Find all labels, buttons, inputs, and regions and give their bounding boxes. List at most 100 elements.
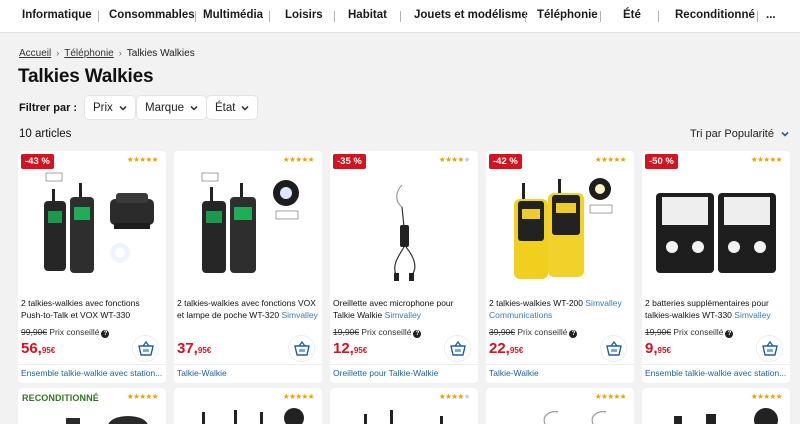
product-card[interactable]: -42 % ★★★★★ 2 talkies-walkies WT-200 Sim…	[486, 151, 634, 383]
product-card[interactable]: ★★★★★	[642, 388, 790, 424]
product-title[interactable]: 2 batteries supplémentaires pour talkies…	[645, 297, 788, 321]
nav-item-jouets[interactable]: Jouets et modélisme	[414, 9, 528, 21]
sort-dropdown[interactable]: Tri par Popularité	[690, 128, 790, 140]
product-card[interactable]: RECONDITIONNÉ ★★★★★	[18, 388, 166, 424]
product-image[interactable]	[492, 171, 628, 289]
product-image[interactable]	[24, 171, 160, 289]
breadcrumb-home[interactable]: Accueil	[19, 48, 51, 59]
info-icon[interactable]: ?	[101, 330, 110, 338]
basket-icon	[293, 341, 310, 356]
product-card[interactable]: -35 % ★★★★★ Oreillette avec microphone p…	[330, 151, 478, 383]
add-to-cart-button[interactable]	[288, 335, 315, 362]
filter-prix-button[interactable]: Prix	[84, 95, 136, 120]
product-image[interactable]	[506, 406, 616, 424]
filter-label: Filtrer par :	[19, 102, 78, 114]
rating-stars: ★★★★★	[750, 155, 783, 164]
nav-separator	[98, 11, 99, 22]
card-divider	[330, 364, 478, 365]
product-card[interactable]: -50 % ★★★★★ 2 batteries supplémentaires …	[642, 151, 790, 383]
breadcrumb-telephonie[interactable]: Téléphonie	[64, 48, 113, 59]
category-link[interactable]: Talkie-Walkie	[489, 368, 631, 378]
card-divider	[486, 364, 634, 365]
card-divider	[18, 364, 166, 365]
add-to-cart-button[interactable]	[132, 335, 159, 362]
nav-separator	[757, 11, 758, 22]
product-image[interactable]	[194, 406, 304, 424]
rating-stars: ★★★★★	[282, 155, 315, 164]
price: 56,95€	[21, 340, 56, 357]
nav-item-reconditionne[interactable]: Reconditionné	[675, 9, 755, 21]
product-card[interactable]: ★★★★★	[330, 388, 478, 424]
product-brand: Simvalley	[281, 310, 318, 320]
filter-marque-button[interactable]: Marque	[136, 95, 207, 120]
category-link[interactable]: Ensemble talkie-walkie avec station...	[645, 368, 787, 378]
nav-item-loisirs[interactable]: Loisirs	[285, 9, 323, 21]
add-to-cart-button[interactable]	[600, 335, 627, 362]
filter-marque-label: Marque	[145, 101, 184, 114]
product-image[interactable]	[662, 406, 782, 424]
rating-stars: ★★★★★	[594, 155, 627, 164]
product-title[interactable]: Oreillette avec microphone pour Talkie W…	[333, 297, 476, 321]
product-title[interactable]: 2 talkies-walkies WT-200 Simvalley Commu…	[489, 297, 632, 321]
filter-etat-label: État	[215, 101, 236, 114]
price: 37,95€	[177, 340, 212, 357]
nav-item-more[interactable]: ...	[766, 9, 776, 21]
nav-separator	[334, 11, 335, 22]
product-image[interactable]	[180, 171, 316, 289]
chevron-down-icon	[241, 105, 249, 110]
breadcrumb-current: Talkies Walkies	[126, 48, 195, 59]
rating-stars: ★★★★★	[282, 392, 315, 401]
category-link[interactable]: Ensemble talkie-walkie avec station...	[21, 368, 163, 378]
product-title[interactable]: 2 talkies-walkies avec fonctions Push-to…	[21, 297, 164, 321]
basket-icon	[605, 341, 622, 356]
basket-icon	[761, 341, 778, 356]
nav-separator	[400, 11, 401, 22]
nav-item-ete[interactable]: Été	[623, 9, 641, 21]
nav-item-telephonie[interactable]: Téléphonie	[537, 9, 598, 21]
old-price: 19,90€ Prix conseillé?	[645, 327, 734, 338]
product-title[interactable]: 2 talkies-walkies avec fonctions VOX et …	[177, 297, 320, 321]
add-to-cart-button[interactable]	[444, 335, 471, 362]
product-image[interactable]	[336, 171, 472, 289]
filter-prix-label: Prix	[93, 101, 113, 114]
nav-item-informatique[interactable]: Informatique	[22, 9, 92, 21]
category-link[interactable]: Talkie-Walkie	[177, 368, 319, 378]
old-price: 39,90€ Prix conseillé?	[489, 327, 578, 338]
top-navigation: Informatique Consommables Multimédia Loi…	[0, 0, 800, 33]
discount-badge: -43 %	[21, 154, 54, 169]
product-card[interactable]: -43 % ★★★★★ 2 talkies-walkies avec fonct…	[18, 151, 166, 383]
result-count: 10 articles	[19, 128, 72, 140]
nav-item-habitat[interactable]: Habitat	[348, 9, 387, 21]
info-icon[interactable]: ?	[725, 330, 734, 338]
filter-etat-button[interactable]: État	[206, 95, 259, 120]
chevron-down-icon	[781, 131, 789, 137]
rating-stars: ★★★★★	[438, 155, 471, 164]
discount-badge: -35 %	[333, 154, 366, 169]
old-price: 99,90€ Prix conseillé?	[21, 327, 110, 338]
page-title: Talkies Walkies	[18, 66, 154, 87]
reconditioned-badge: RECONDITIONNÉ	[22, 393, 99, 403]
rating-stars: ★★★★★	[750, 392, 783, 401]
card-divider	[642, 364, 790, 365]
add-to-cart-button[interactable]	[756, 335, 783, 362]
nav-item-consommables[interactable]: Consommables	[109, 9, 195, 21]
info-icon[interactable]: ?	[413, 330, 422, 338]
product-brand: Simvalley	[384, 310, 422, 320]
info-icon[interactable]: ?	[569, 330, 578, 338]
nav-separator	[195, 11, 196, 22]
product-image[interactable]	[58, 410, 148, 424]
nav-separator	[600, 11, 601, 22]
product-image[interactable]	[648, 171, 784, 289]
chevron-right-icon: ›	[56, 48, 60, 58]
sort-label: Tri par Popularité	[690, 128, 774, 140]
chevron-down-icon	[190, 105, 198, 110]
nav-item-multimedia[interactable]: Multimédia	[203, 9, 263, 21]
product-card[interactable]: ★★★★★ 2 talkies-walkies avec fonctions V…	[174, 151, 322, 383]
card-divider	[174, 364, 322, 365]
product-card[interactable]: ★★★★★	[486, 388, 634, 424]
category-link[interactable]: Oreillette pour Talkie-Walkie	[333, 368, 475, 378]
product-card[interactable]: ★★★★★	[174, 388, 322, 424]
product-image[interactable]	[350, 406, 460, 424]
price: 9,95€	[645, 340, 671, 357]
rating-stars: ★★★★★	[126, 155, 159, 164]
